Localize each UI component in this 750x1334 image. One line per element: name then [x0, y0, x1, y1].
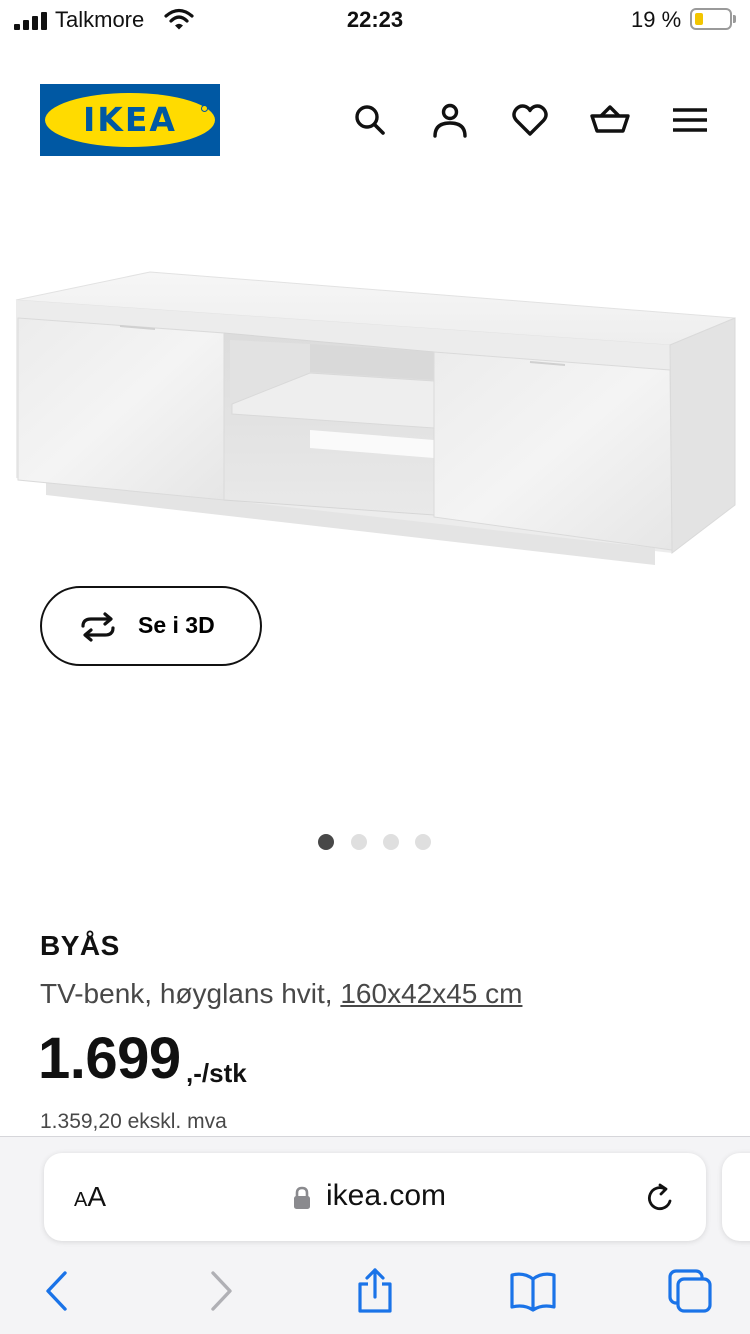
carousel-dot[interactable]	[318, 834, 334, 850]
product-price: 1.699	[38, 1026, 181, 1091]
battery-icon	[690, 8, 738, 30]
share-icon[interactable]	[351, 1267, 399, 1315]
next-tab-preview[interactable]	[722, 1153, 750, 1241]
forward-icon[interactable]	[196, 1267, 244, 1315]
browser-toolbar: AA ikea.com	[0, 1136, 750, 1334]
heart-icon[interactable]	[510, 100, 550, 140]
back-icon[interactable]	[34, 1267, 82, 1315]
logo-text: IKEA	[83, 100, 177, 139]
tabs-icon[interactable]	[666, 1267, 714, 1315]
carousel-dot[interactable]	[351, 834, 367, 850]
price-excl-vat: 1.359,20 ekskl. mva	[40, 1110, 227, 1133]
carousel-dot[interactable]	[383, 834, 399, 850]
ikea-logo[interactable]: IKEA	[40, 84, 220, 156]
battery-percentage: 19 %	[631, 7, 682, 32]
lock-icon	[294, 1186, 310, 1209]
product-description: TV-benk, høyglans hvit, 160x42x45 cm	[40, 978, 522, 1010]
price-suffix: ,-/stk	[186, 1058, 247, 1088]
product-dimensions-link[interactable]: 160x42x45 cm	[340, 978, 522, 1009]
product-image[interactable]	[0, 260, 750, 580]
view-3d-label: Se i 3D	[138, 612, 215, 638]
reload-icon[interactable]	[644, 1181, 678, 1215]
text-size-button[interactable]: AA	[74, 1181, 124, 1215]
carousel-dot[interactable]	[415, 834, 431, 850]
basket-icon[interactable]	[590, 100, 630, 140]
status-bar: Talkmore 22:23 19 %	[0, 0, 750, 44]
search-icon[interactable]	[350, 100, 390, 140]
product-type: TV-benk, høyglans hvit,	[40, 978, 333, 1009]
address-bar[interactable]: AA ikea.com	[44, 1153, 706, 1241]
view-3d-button[interactable]: Se i 3D	[40, 586, 262, 666]
carousel-dots	[318, 834, 438, 850]
menu-icon[interactable]	[670, 100, 710, 140]
account-icon[interactable]	[430, 100, 470, 140]
url-text: ikea.com	[326, 1179, 447, 1212]
product-name: BYÅS	[40, 930, 120, 961]
bookmarks-icon[interactable]	[509, 1267, 557, 1315]
rotate-3d-icon	[81, 612, 115, 642]
